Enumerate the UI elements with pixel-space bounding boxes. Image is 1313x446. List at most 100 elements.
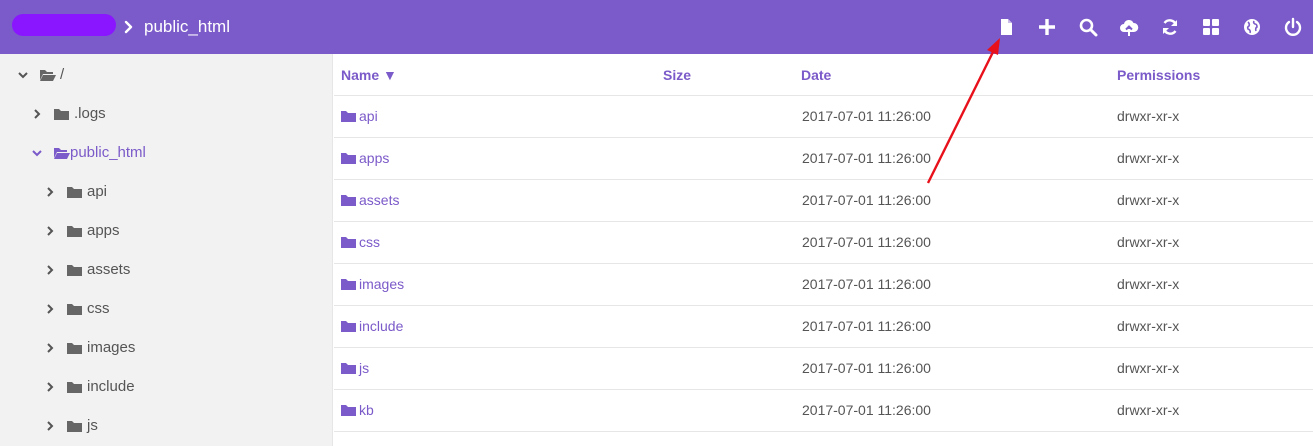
plus-icon — [1038, 19, 1055, 35]
grid-icon — [1202, 19, 1219, 35]
file-date: 2017-07-01 11:26:00 — [802, 108, 931, 124]
table-row[interactable]: js 2017-07-01 11:26:00 drwxr-xr-x — [334, 348, 1313, 390]
file-date: 2017-07-01 11:26:00 — [802, 318, 931, 334]
tree-item-label: include — [87, 378, 135, 395]
tree-item-apps[interactable]: apps — [44, 211, 120, 250]
folder-icon — [341, 321, 356, 332]
tree-item-label: css — [87, 300, 110, 317]
column-header-permissions[interactable]: Permissions — [1117, 67, 1200, 83]
folder-icon — [67, 225, 82, 237]
folder-icon — [341, 279, 356, 290]
tree-item-css[interactable]: css — [44, 289, 110, 328]
breadcrumb-current-folder[interactable]: public_html — [144, 17, 230, 37]
folder-icon — [341, 153, 356, 164]
chevron-right-icon — [124, 20, 133, 34]
file-permissions: drwxr-xr-x — [1117, 360, 1180, 376]
folder-icon — [67, 303, 82, 315]
chevron-down-icon[interactable] — [17, 69, 29, 81]
file-date: 2017-07-01 11:26:00 — [802, 360, 931, 376]
grid-view-button[interactable] — [1190, 0, 1231, 54]
power-icon — [1284, 17, 1301, 36]
file-permissions: drwxr-xr-x — [1117, 108, 1180, 124]
search-button[interactable] — [1067, 0, 1108, 54]
table-row[interactable]: kb 2017-07-01 11:26:00 drwxr-xr-x — [334, 390, 1313, 432]
tree-item-public-html[interactable]: public_html — [31, 133, 146, 172]
tree-item-label: assets — [87, 261, 131, 278]
folder-icon — [341, 363, 356, 374]
file-name-cell[interactable]: css — [341, 234, 380, 250]
upload-button[interactable] — [1108, 0, 1149, 54]
chevron-right-icon[interactable] — [44, 381, 56, 393]
table-row[interactable]: css 2017-07-01 11:26:00 drwxr-xr-x — [334, 222, 1313, 264]
file-name: apps — [359, 150, 390, 166]
file-date: 2017-07-01 11:26:00 — [802, 234, 931, 250]
file-date: 2017-07-01 11:26:00 — [802, 402, 931, 418]
file-name-cell[interactable]: js — [341, 360, 369, 376]
file-list: Name ▼ Size Date Permissions api 2017-07… — [334, 54, 1313, 446]
folder-icon — [341, 405, 356, 416]
column-header-size[interactable]: Size — [663, 67, 691, 83]
refresh-icon — [1162, 19, 1177, 35]
file-permissions: drwxr-xr-x — [1117, 276, 1180, 292]
tree-item-logs[interactable]: .logs — [31, 94, 106, 133]
chevron-right-icon[interactable] — [44, 186, 56, 198]
tree-item-assets[interactable]: assets — [44, 250, 130, 289]
tree-item-label: public_html — [70, 144, 146, 161]
tree-item-label: js — [87, 417, 98, 434]
tree-item-include[interactable]: include — [44, 367, 135, 406]
file-name: css — [359, 234, 380, 250]
new-file-icon — [1000, 19, 1012, 35]
search-icon — [1079, 18, 1097, 37]
file-name-cell[interactable]: include — [341, 318, 403, 334]
file-name: assets — [359, 192, 400, 208]
new-file-button[interactable] — [985, 0, 1026, 54]
file-name-cell[interactable]: images — [341, 276, 404, 292]
file-permissions: drwxr-xr-x — [1117, 234, 1180, 250]
file-date: 2017-07-01 11:26:00 — [802, 192, 931, 208]
table-row[interactable]: include 2017-07-01 11:26:00 drwxr-xr-x — [334, 306, 1313, 348]
file-name-cell[interactable]: apps — [341, 150, 389, 166]
folder-icon — [67, 264, 82, 276]
file-name: images — [359, 276, 405, 292]
folder-icon — [341, 237, 356, 248]
tree-item-label: images — [87, 339, 136, 356]
file-date: 2017-07-01 11:26:00 — [802, 150, 931, 166]
language-button[interactable] — [1231, 0, 1272, 54]
column-header-name[interactable]: Name ▼ — [341, 67, 397, 83]
chevron-down-icon[interactable] — [31, 147, 43, 159]
chevron-right-icon[interactable] — [44, 303, 56, 315]
file-name-cell[interactable]: api — [341, 108, 378, 124]
file-date: 2017-07-01 11:26:00 — [802, 276, 931, 292]
folder-icon — [341, 111, 356, 122]
tree-item-js[interactable]: js — [44, 406, 98, 445]
folder-icon — [67, 186, 82, 198]
file-permissions: drwxr-xr-x — [1117, 150, 1180, 166]
chevron-right-icon[interactable] — [31, 108, 43, 120]
chevron-right-icon[interactable] — [44, 420, 56, 432]
tree-item-images[interactable]: images — [44, 328, 135, 367]
file-name-cell[interactable]: assets — [341, 192, 399, 208]
file-name-cell[interactable]: kb — [341, 402, 374, 418]
tree-item-label: .logs — [74, 105, 106, 122]
table-row[interactable]: images 2017-07-01 11:26:00 drwxr-xr-x — [334, 264, 1313, 306]
table-row[interactable]: apps 2017-07-01 11:26:00 drwxr-xr-x — [334, 138, 1313, 180]
table-row[interactable]: api 2017-07-01 11:26:00 drwxr-xr-x — [334, 96, 1313, 138]
file-name: js — [359, 360, 370, 376]
file-permissions: drwxr-xr-x — [1117, 402, 1180, 418]
logout-button[interactable] — [1272, 0, 1313, 54]
tree-item-root[interactable]: / — [17, 55, 64, 94]
tree-item-api[interactable]: api — [44, 172, 107, 211]
globe-icon — [1243, 19, 1260, 35]
file-name: api — [359, 108, 378, 124]
add-button[interactable] — [1026, 0, 1067, 54]
chevron-right-icon[interactable] — [44, 342, 56, 354]
chevron-right-icon[interactable] — [44, 225, 56, 237]
tree-item-label: api — [87, 183, 108, 200]
redacted-domain[interactable] — [12, 14, 116, 36]
folder-icon — [67, 381, 82, 393]
top-bar: public_html — [0, 0, 1313, 54]
chevron-right-icon[interactable] — [44, 264, 56, 276]
table-row[interactable]: assets 2017-07-01 11:26:00 drwxr-xr-x — [334, 180, 1313, 222]
column-header-date[interactable]: Date — [801, 67, 831, 83]
refresh-button[interactable] — [1149, 0, 1190, 54]
